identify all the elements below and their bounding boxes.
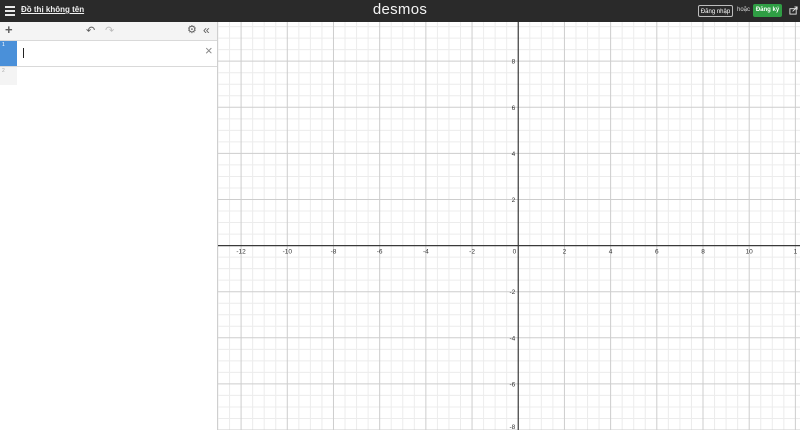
y-tick-label: 6 [512, 105, 516, 112]
undo-icon[interactable]: ↶ [86, 25, 95, 37]
expression-index-tab[interactable]: 1 [0, 41, 17, 66]
x-tick-label: -2 [469, 249, 475, 256]
x-tick-label: -4 [423, 249, 429, 256]
x-tick-label: 4 [609, 249, 613, 256]
x-tick-label: 8 [701, 249, 705, 256]
expression-row[interactable]: 1 × [0, 41, 217, 67]
y-tick-label: 4 [512, 151, 516, 158]
y-tick-label: -2 [509, 289, 515, 296]
expression-toolbar: + ↶ ↷ ⚙ « [0, 22, 217, 41]
x-tick-label: -8 [331, 249, 337, 256]
share-icon[interactable] [789, 6, 798, 15]
graph-title-link[interactable]: Đồ thị không tên [21, 5, 84, 14]
expression-input[interactable] [22, 47, 202, 60]
or-separator: hoặc [737, 7, 751, 13]
y-tick-label: 2 [512, 197, 516, 204]
expression-index-label: 1 [2, 42, 5, 48]
settings-gear-icon[interactable]: ⚙ [187, 24, 197, 37]
collapse-panel-icon[interactable]: « [203, 23, 210, 37]
add-expression-icon[interactable]: + [5, 23, 13, 37]
expression-row-empty[interactable]: 2 [0, 67, 17, 85]
expression-panel: + ↶ ↷ ⚙ « 1 × 2 [0, 22, 218, 430]
remove-expression-icon[interactable]: × [205, 44, 213, 57]
x-tick-label: 2 [563, 249, 567, 256]
y-tick-label: -4 [509, 335, 515, 342]
graph-canvas[interactable]: -12 -10 -8 -6 -4 -2 0 2 4 6 8 10 1 8 6 4 2 -2 -4 -6 -8 [218, 22, 800, 430]
x-tick-label: -10 [283, 249, 293, 256]
y-tick-label: 8 [512, 59, 516, 66]
x-tick-label: 10 [746, 249, 754, 256]
signup-button[interactable]: Đăng ký [753, 4, 782, 17]
x-tick-label: -6 [377, 249, 383, 256]
login-button[interactable]: Đăng nhập [698, 5, 733, 17]
y-tick-label: -6 [509, 381, 515, 388]
x-tick-label: 0 [513, 249, 517, 256]
desmos-logo: desmos [372, 1, 428, 18]
x-tick-label: 1 [794, 249, 798, 256]
redo-icon[interactable]: ↷ [105, 25, 114, 37]
expression-index-label: 2 [2, 68, 5, 74]
hamburger-menu-icon[interactable] [5, 6, 15, 16]
x-tick-label: -12 [236, 249, 246, 256]
text-caret [23, 48, 24, 58]
x-tick-label: 6 [655, 249, 659, 256]
top-bar: Đồ thị không tên desmos Đăng nhập hoặc Đ… [0, 0, 800, 22]
y-tick-label: -8 [509, 424, 515, 430]
